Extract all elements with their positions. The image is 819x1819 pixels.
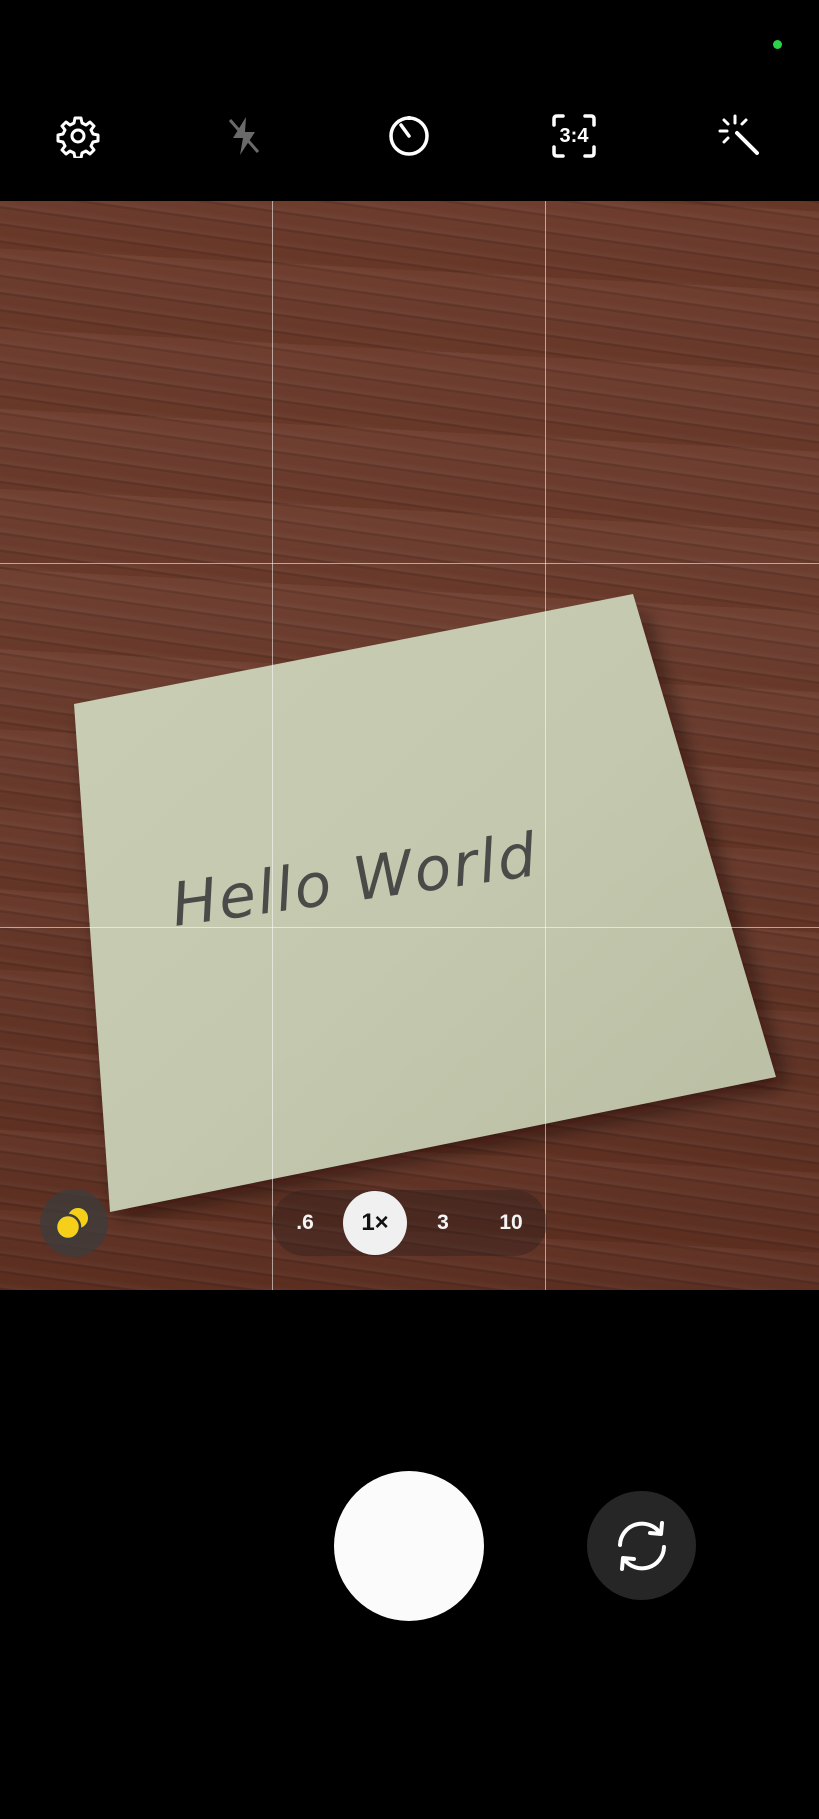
zoom-option-0.6[interactable]: .6 — [280, 1190, 330, 1256]
camera-top-toolbar: 3:4 — [0, 90, 819, 182]
flash-button[interactable] — [198, 90, 290, 182]
aspect-ratio-button[interactable]: 3:4 — [528, 90, 620, 182]
flash-off-icon — [228, 117, 260, 155]
grid-line — [545, 201, 546, 1290]
preview-image: Hello World — [74, 594, 784, 1216]
zoom-option-10[interactable]: 10 — [486, 1190, 536, 1256]
gear-icon — [56, 116, 100, 158]
switch-camera-button[interactable] — [587, 1491, 696, 1600]
timer-button[interactable] — [363, 90, 455, 182]
grid-line — [272, 201, 273, 1290]
filters-button[interactable] — [40, 1189, 108, 1257]
zoom-selector: .6 1× 3 10 — [272, 1190, 547, 1256]
grid-line — [0, 563, 819, 564]
camera-viewfinder[interactable]: Hello World — [0, 201, 819, 1290]
aspect-ratio-label: 3:4 — [559, 124, 589, 147]
filters-icon — [54, 1206, 90, 1241]
settings-button[interactable] — [32, 90, 124, 182]
shutter-button[interactable] — [334, 1471, 484, 1621]
effects-button[interactable] — [694, 90, 786, 182]
magic-wand-icon — [718, 114, 759, 155]
privacy-indicator-dot — [773, 40, 782, 49]
zoom-option-1x[interactable]: 1× — [343, 1191, 407, 1255]
timer-icon — [389, 116, 429, 156]
zoom-option-3[interactable]: 3 — [418, 1190, 468, 1256]
switch-camera-icon — [617, 1520, 666, 1571]
grid-line — [0, 927, 819, 928]
